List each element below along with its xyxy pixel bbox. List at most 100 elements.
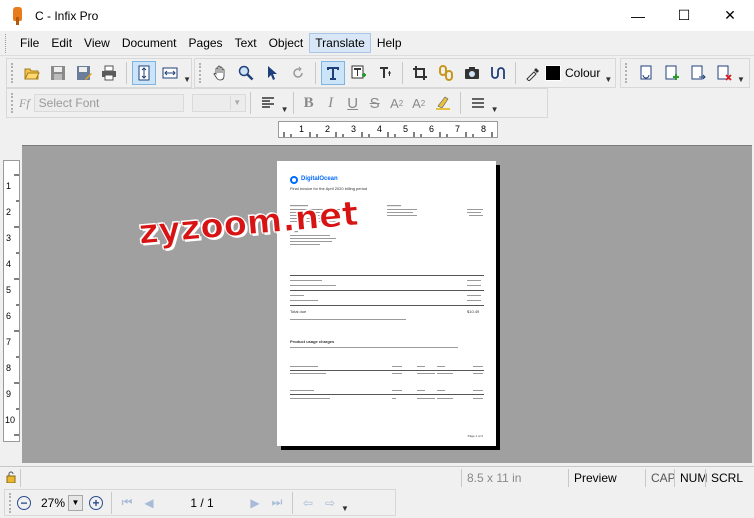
forward-view-button[interactable]: ⇨ <box>319 492 341 514</box>
next-page-button[interactable]: ▶ <box>244 492 266 514</box>
colour-label[interactable]: Colour <box>565 66 600 80</box>
eyedropper-button[interactable] <box>521 61 545 85</box>
nav-dropdown-arrow[interactable]: ▼ <box>341 504 349 513</box>
back-view-button[interactable]: ⇦ <box>297 492 319 514</box>
save-as-button[interactable] <box>72 61 96 85</box>
text-frame-button[interactable] <box>347 61 371 85</box>
superscript-mark: 2 <box>398 98 404 108</box>
file-toolbar: ▼ <box>6 58 192 88</box>
status-scrl: SCRL <box>705 469 743 487</box>
next-page-icon: ▶ <box>250 495 260 510</box>
previous-page-button[interactable]: ◀ <box>138 492 160 514</box>
title-bar: C - Infix Pro — ☐ ✕ <box>0 0 754 31</box>
table-rule <box>290 290 484 291</box>
minimize-button[interactable]: — <box>615 0 661 31</box>
insert-page-button[interactable] <box>660 61 684 85</box>
back-arrow-icon: ⇦ <box>302 495 314 510</box>
fit-height-button[interactable] <box>132 61 157 85</box>
menu-translate[interactable]: Translate <box>309 33 371 53</box>
toolbar-separator <box>249 92 251 114</box>
camera-icon <box>465 67 479 79</box>
open-button[interactable] <box>20 61 44 85</box>
toolbar-separator <box>126 62 128 84</box>
menu-text[interactable]: Text <box>229 33 263 53</box>
printer-icon <box>102 65 117 81</box>
window-title: C - Infix Pro <box>35 8 99 23</box>
font-select[interactable]: Select Font <box>33 94 184 112</box>
menu-edit[interactable]: Edit <box>45 33 78 53</box>
forward-arrow-icon: ⇨ <box>324 495 336 510</box>
ruler-ticks <box>283 132 493 137</box>
zoom-dropdown[interactable]: ▼ <box>68 494 83 511</box>
menu-grip <box>5 33 8 53</box>
last-page-button[interactable]: ⏭ <box>266 492 288 514</box>
fit-dropdown-arrow[interactable]: ▼ <box>183 75 191 84</box>
hand-icon <box>213 65 225 81</box>
toolbar-separator <box>292 92 294 114</box>
menu-view[interactable]: View <box>78 33 116 53</box>
delete-page-button[interactable] <box>712 61 736 85</box>
toolbar-separator <box>315 62 316 84</box>
flow-button[interactable] <box>486 61 510 85</box>
rotate-tool-button[interactable] <box>286 61 310 85</box>
bold-button[interactable]: B <box>298 92 320 114</box>
extract-page-button[interactable] <box>686 61 710 85</box>
font-size-select[interactable]: ▼ <box>191 94 246 112</box>
menu-file[interactable]: File <box>14 33 45 53</box>
page-extract-icon <box>691 65 706 80</box>
infix-pro-window: C - Infix Pro — ☐ ✕ File Edit View Docum… <box>0 0 754 518</box>
fit-page-height-icon <box>138 65 150 81</box>
align-dropdown-arrow[interactable]: ▼ <box>281 105 289 114</box>
zoom-tool-button[interactable] <box>234 61 258 85</box>
italic-button[interactable]: I <box>320 92 342 114</box>
underline-button[interactable]: U <box>342 92 364 114</box>
text-cursor-button[interactable] <box>373 61 397 85</box>
menu-object[interactable]: Object <box>263 33 310 53</box>
link-button[interactable] <box>434 61 458 85</box>
print-button[interactable] <box>98 61 122 85</box>
pages-dropdown-arrow[interactable]: ▼ <box>737 75 745 84</box>
hand-tool-button[interactable] <box>208 61 232 85</box>
infix-app-icon[interactable] <box>11 6 25 25</box>
toolbar-separator <box>459 92 461 114</box>
maximize-button[interactable]: ☐ <box>661 0 707 31</box>
text-tool-button[interactable] <box>321 61 345 85</box>
subscript-button[interactable]: A2 <box>408 92 430 114</box>
highlighter-icon <box>435 96 450 110</box>
menu-pages[interactable]: Pages <box>183 33 229 53</box>
zoom-in-button[interactable]: + <box>89 495 103 510</box>
colour-dropdown-arrow[interactable]: ▼ <box>604 75 612 84</box>
highlight-button[interactable] <box>431 91 455 115</box>
superscript-letter: A <box>390 95 399 111</box>
toolbar-separator <box>515 62 516 84</box>
document-viewport[interactable]: DigitalOcean Final invoice for the April… <box>22 145 752 463</box>
page-delete-icon <box>717 65 732 81</box>
text-tool-icon <box>327 67 339 80</box>
fit-width-button[interactable] <box>158 61 182 85</box>
crop-button[interactable] <box>408 61 432 85</box>
select-tool-button[interactable] <box>260 61 284 85</box>
font-toolbar: Ff Select Font ▼ ▼ B I U S A2 A2 ▼ <box>6 88 548 118</box>
toolbar-grip <box>625 63 628 83</box>
zoom-out-button[interactable]: − <box>17 495 31 510</box>
align-left-icon <box>261 97 274 108</box>
align-button[interactable] <box>256 91 280 115</box>
superscript-button[interactable]: A2 <box>386 92 408 114</box>
status-empty-cell <box>20 469 460 487</box>
toolbar-grip <box>199 63 202 83</box>
close-button[interactable]: ✕ <box>707 0 753 31</box>
menu-document[interactable]: Document <box>116 33 183 53</box>
replace-pages-button[interactable] <box>634 61 658 85</box>
toolbar-separator <box>292 491 293 514</box>
zoom-level[interactable]: 27% <box>31 496 65 510</box>
strikethrough-button[interactable]: S <box>364 92 386 114</box>
save-button[interactable] <box>46 61 70 85</box>
first-page-button[interactable]: ⏮ <box>116 492 138 514</box>
colour-swatch[interactable] <box>545 65 561 81</box>
snapshot-button[interactable] <box>460 61 484 85</box>
line-spacing-button[interactable] <box>466 91 490 115</box>
page-counter[interactable]: 1 / 1 <box>172 496 232 510</box>
first-page-icon: ⏮ <box>121 495 133 509</box>
spacing-dropdown-arrow[interactable]: ▼ <box>491 105 499 114</box>
menu-help[interactable]: Help <box>371 33 408 53</box>
